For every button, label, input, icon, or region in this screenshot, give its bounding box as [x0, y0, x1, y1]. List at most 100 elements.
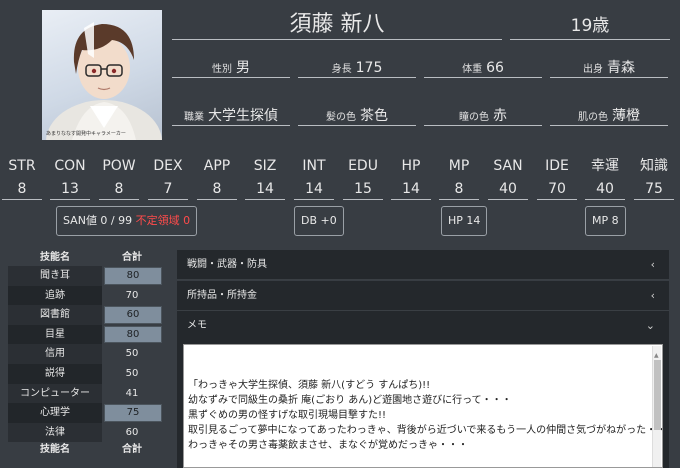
table-row[interactable]: 心理学 75: [8, 403, 162, 423]
stat-label: DEX: [153, 158, 183, 174]
skill-name: 図書館: [8, 305, 102, 325]
stat-label: APP: [203, 158, 231, 174]
field-eye-color[interactable]: 瞳の色赤: [424, 106, 542, 126]
damage-bonus: DB +0: [301, 214, 337, 227]
field-birthplace[interactable]: 出身 青森: [550, 58, 668, 78]
san-value: SAN値 0 / 99: [63, 214, 133, 227]
stat-ide[interactable]: IDE 70: [537, 156, 577, 200]
memo-panel: 「わっきゃ大学生探偵、須藤 新八(すどう すんぱち)!! 幼なずみで同級生の桑折…: [177, 340, 669, 468]
stat-value: 75: [634, 178, 674, 200]
skill-total[interactable]: 50: [102, 344, 162, 364]
stat-hp[interactable]: HP 14: [391, 156, 431, 200]
stat-value: 7: [148, 178, 188, 200]
skill-name-footer: 技能名: [40, 444, 70, 456]
table-row[interactable]: 目星 80: [8, 324, 162, 345]
chevron-left-icon: ‹: [650, 289, 655, 302]
skill-name: 信用: [8, 344, 102, 364]
stat-value: 40: [585, 178, 625, 200]
accordion-memo-title: メモ: [187, 320, 207, 331]
eye-color-value: 赤: [493, 108, 507, 124]
skill-total[interactable]: 80: [104, 325, 162, 344]
stat-value: 14: [294, 178, 334, 200]
character-age[interactable]: 19歳: [510, 14, 670, 40]
skill-total[interactable]: 50: [102, 364, 162, 384]
table-row[interactable]: 法律 60: [8, 422, 162, 443]
skill-total[interactable]: 60: [102, 423, 162, 443]
occupation-label: 職業: [184, 112, 204, 123]
stat-edu[interactable]: EDU 15: [343, 156, 383, 200]
field-height[interactable]: 身長 175: [298, 58, 416, 78]
stat-label: HP: [401, 158, 421, 174]
scroll-thumb[interactable]: [654, 360, 661, 430]
skill-total[interactable]: 75: [104, 404, 162, 422]
weight-label: 体重: [462, 64, 483, 75]
field-gender[interactable]: 性別男: [172, 58, 290, 78]
stat-label: SIZ: [253, 158, 277, 174]
gender-value: 男: [236, 60, 250, 76]
stat-value: 13: [50, 178, 90, 200]
chevron-left-icon: ‹: [650, 258, 655, 271]
skill-total[interactable]: 41: [102, 384, 162, 404]
skill-name: 法律: [8, 422, 102, 443]
stat-value: 8: [2, 178, 42, 200]
occupation-value: 大学生探偵: [208, 108, 278, 124]
accordion-items-title: 所持品・所持金: [187, 290, 257, 301]
eye-color-label: 瞳の色: [459, 112, 489, 123]
db-box: DB +0: [294, 206, 344, 236]
field-weight[interactable]: 体重 66: [424, 58, 542, 78]
stat-value: 8: [439, 178, 479, 200]
stat-str[interactable]: STR 8: [2, 156, 42, 200]
table-row[interactable]: 説得 50: [8, 363, 162, 384]
stat-label: IDE: [545, 158, 569, 174]
memo-scrollbar[interactable]: ▲: [652, 346, 661, 467]
height-value: 175: [355, 60, 383, 76]
skill-name: 心理学: [8, 403, 102, 423]
stat-label: MP: [448, 158, 470, 174]
table-row[interactable]: 聞き耳 80: [8, 266, 162, 286]
stat-value: 14: [245, 178, 285, 200]
accordion-combat[interactable]: 戦闘・武器・防具 ‹: [177, 250, 669, 280]
stat-san[interactable]: SAN 40: [488, 156, 528, 200]
accordion-items[interactable]: 所持品・所持金 ‹: [177, 281, 669, 311]
skill-name: 聞き耳: [8, 266, 102, 286]
table-row[interactable]: 図書館 60: [8, 305, 162, 325]
stat-label: POW: [102, 158, 136, 174]
skill-total-header: 合計: [122, 252, 142, 263]
stat-label: 知識: [640, 158, 668, 174]
stat-value: 15: [343, 178, 383, 200]
table-row[interactable]: 追跡 70: [8, 285, 162, 306]
stat-luck[interactable]: 幸運 40: [585, 156, 625, 200]
memo-textarea[interactable]: 「わっきゃ大学生探偵、須藤 新八(すどう すんぱち)!! 幼なずみで同級生の桑折…: [183, 344, 663, 468]
chevron-down-icon: ⌄: [645, 319, 655, 332]
stat-value: 8: [99, 178, 139, 200]
stat-siz[interactable]: SIZ 14: [245, 156, 285, 200]
field-occupation[interactable]: 職業 大学生探偵: [172, 106, 290, 126]
skill-total[interactable]: 80: [104, 267, 162, 285]
skill-total[interactable]: 60: [104, 306, 162, 324]
indefinite-insanity-value: 不定領域 0: [135, 214, 191, 227]
stat-app[interactable]: APP 8: [197, 156, 237, 200]
stat-pow[interactable]: POW 8: [99, 156, 139, 200]
field-skin-color[interactable]: 肌の色 薄橙: [550, 106, 668, 126]
field-hair-color[interactable]: 髪の色 茶色: [298, 106, 416, 126]
stat-con[interactable]: CON 13: [50, 156, 90, 200]
skill-total[interactable]: 70: [102, 286, 162, 306]
stat-label: SAN: [493, 158, 523, 174]
skill-total-footer: 合計: [122, 444, 142, 456]
stat-label: INT: [302, 158, 326, 174]
stat-int[interactable]: INT 14: [294, 156, 334, 200]
stat-label: CON: [54, 158, 86, 174]
table-row[interactable]: 信用 50: [8, 344, 162, 364]
table-row[interactable]: コンピューター 41: [8, 383, 162, 404]
hit-points: HP 14: [448, 214, 481, 227]
portrait-caption: あまりななす開発中キャラメーカー: [46, 131, 126, 137]
birthplace-value: 青森: [607, 60, 635, 76]
stat-mp[interactable]: MP 8: [439, 156, 479, 200]
accordion-memo[interactable]: メモ ⌄: [177, 311, 669, 341]
birthplace-label: 出身: [583, 64, 603, 75]
stat-dex[interactable]: DEX 7: [148, 156, 188, 200]
stat-knowledge[interactable]: 知識 75: [634, 156, 674, 200]
skill-name: 説得: [8, 363, 102, 384]
stat-value: 70: [537, 178, 577, 200]
character-name[interactable]: 須藤 新八: [172, 12, 502, 40]
